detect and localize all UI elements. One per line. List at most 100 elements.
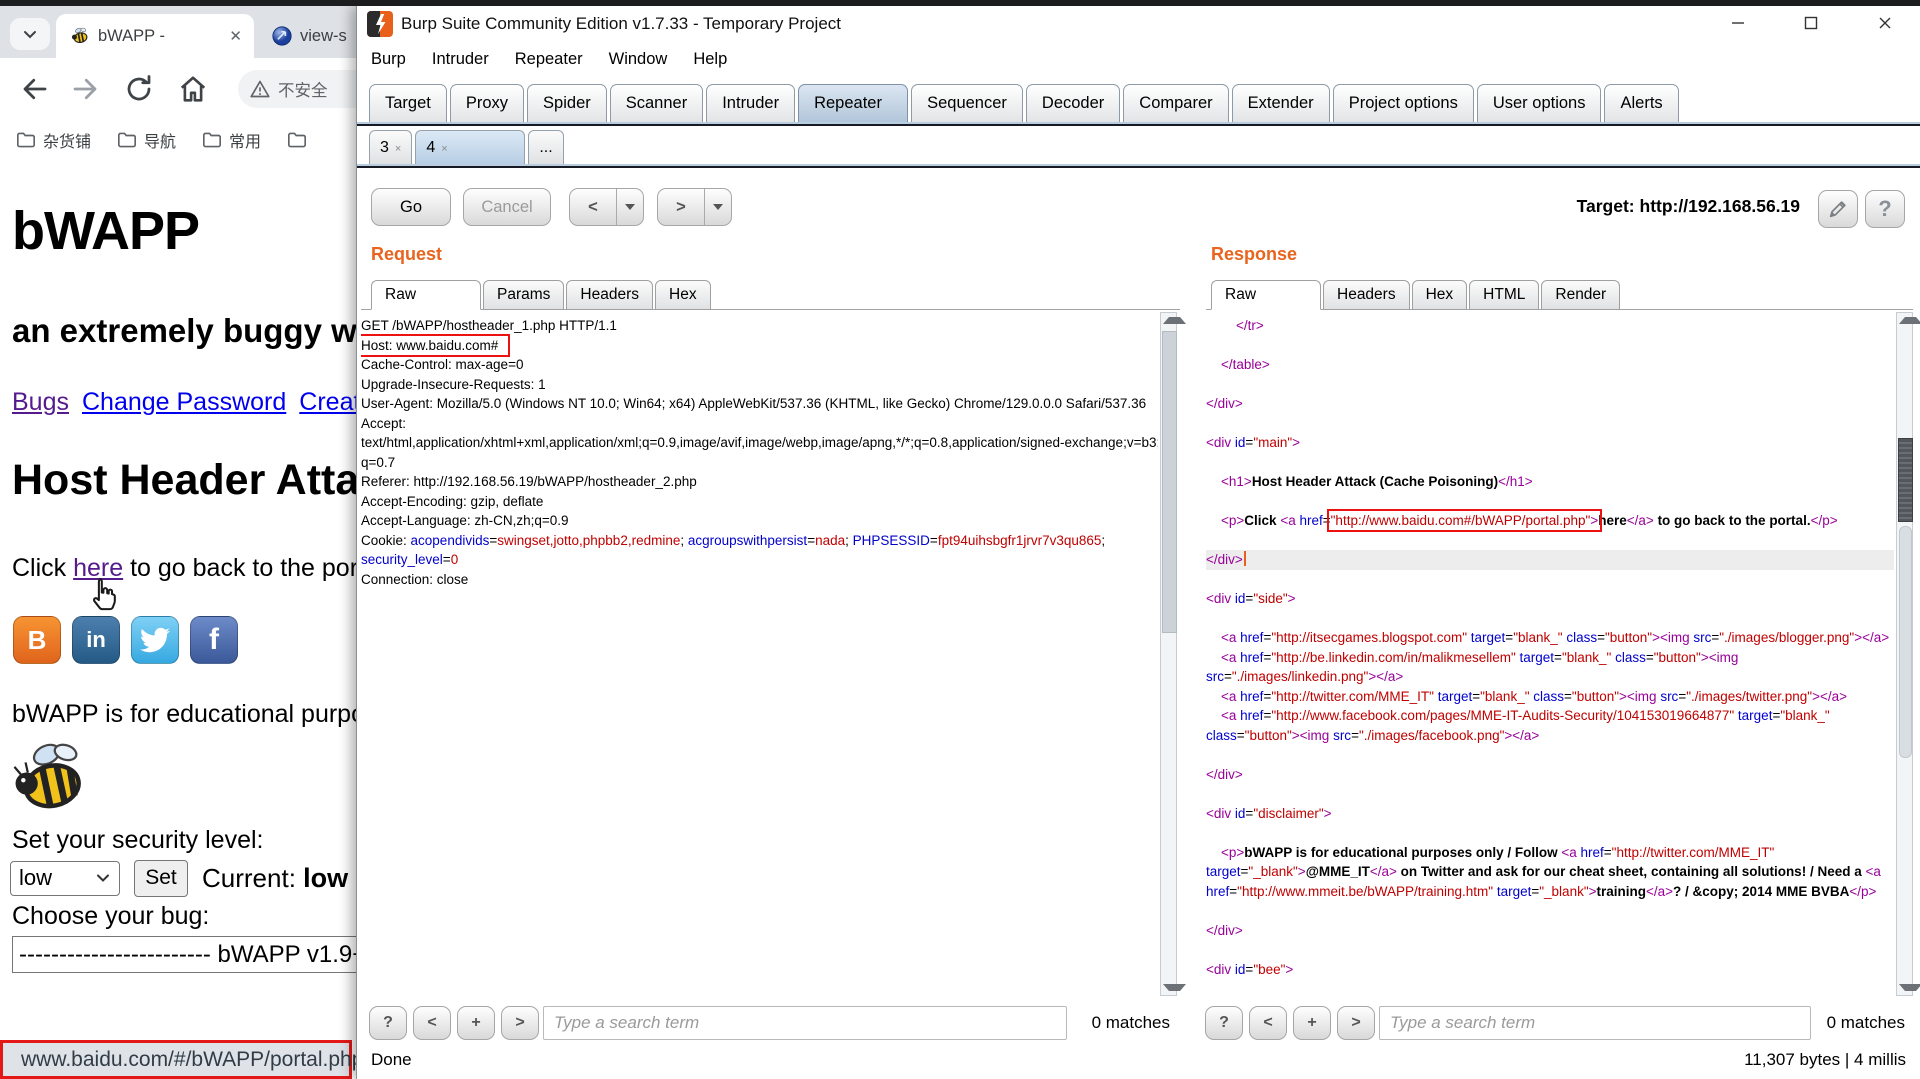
social-icons: B in f <box>13 616 249 664</box>
address-bar[interactable]: 不安全 <box>238 70 361 108</box>
tab-search-button[interactable] <box>10 18 50 50</box>
editor-tab-render[interactable]: Render <box>1541 280 1621 310</box>
browser-window: bWAPP - ✕ view-s 不安全 杂货铺 导航 常用 bWAPP an … <box>0 6 361 1079</box>
edit-target-button[interactable] <box>1818 190 1858 228</box>
home-icon[interactable] <box>178 74 208 104</box>
tab-project-options[interactable]: Project options <box>1332 84 1474 122</box>
scrollbar-thumb[interactable] <box>1898 438 1913 522</box>
tab-scanner[interactable]: Scanner <box>609 84 704 122</box>
menu-repeater[interactable]: Repeater <box>515 50 583 69</box>
tab-close-icon[interactable]: ✕ <box>229 29 242 44</box>
scroll-down-icon[interactable] <box>1899 984 1920 991</box>
back-icon[interactable] <box>20 74 50 104</box>
forward-icon[interactable] <box>70 74 100 104</box>
prev-request-button[interactable]: < <box>569 188 644 226</box>
set-button[interactable]: Set <box>134 859 188 897</box>
search-help-button[interactable]: ? <box>1205 1006 1243 1040</box>
tab-close-icon[interactable]: × <box>441 143 447 155</box>
response-search-input[interactable] <box>1379 1006 1811 1040</box>
scroll-up-icon[interactable] <box>1899 317 1920 324</box>
linkedin-icon[interactable]: in <box>72 616 120 664</box>
twitter-icon[interactable] <box>131 616 179 664</box>
bookmark-item[interactable]: 杂货铺 <box>16 128 91 152</box>
blogger-icon[interactable]: B <box>13 616 61 664</box>
close-button[interactable] <box>1864 8 1906 38</box>
editor-tab-headers[interactable]: Headers <box>566 280 653 310</box>
search-help-button[interactable]: ? <box>369 1006 407 1040</box>
target-help-button[interactable]: ? <box>1865 190 1905 228</box>
security-level-select[interactable]: low <box>10 860 120 896</box>
response-match-count: 0 matches <box>1826 1013 1905 1032</box>
code-line: <div id="disclaimer"> <box>1206 805 1332 821</box>
editor-tab-raw[interactable]: Raw <box>371 280 481 310</box>
code-line: <div id="main"> <box>1206 435 1301 450</box>
response-panel-title: Response <box>1211 244 1298 264</box>
menu-window[interactable]: Window <box>609 50 668 69</box>
editor-tab-raw[interactable]: Raw <box>1211 280 1321 310</box>
facebook-icon[interactable]: f <box>190 616 238 664</box>
editor-tab-headers[interactable]: Headers <box>1323 280 1410 310</box>
tab-decoder[interactable]: Decoder <box>1025 84 1121 122</box>
prev-match-button[interactable]: < <box>1249 1006 1287 1040</box>
menu-help[interactable]: Help <box>693 50 727 69</box>
scroll-down-icon[interactable] <box>1163 984 1186 991</box>
browser-tab-viewsource[interactable]: view-s <box>258 14 361 58</box>
bookmark-folder[interactable] <box>287 131 314 149</box>
tab-target[interactable]: Target <box>369 84 447 122</box>
request-editor[interactable]: GET /bWAPP/hostheader_1.php HTTP/1.1 Host… <box>361 316 1158 996</box>
response-editor[interactable]: </tr> </table> </div> <div id="main"> <h… <box>1206 316 1894 996</box>
tab-spider[interactable]: Spider <box>527 84 607 122</box>
go-button[interactable]: Go <box>371 188 451 226</box>
scroll-up-icon[interactable] <box>1163 317 1186 324</box>
cancel-button[interactable]: Cancel <box>463 188 551 226</box>
next-request-button[interactable]: > <box>657 188 732 226</box>
scrollbar-thumb[interactable] <box>1162 331 1177 633</box>
tab-close-icon[interactable]: × <box>395 143 401 155</box>
tab-comparer[interactable]: Comparer <box>1123 84 1229 122</box>
bookmark-item[interactable]: 常用 <box>202 128 261 152</box>
tab-user-options[interactable]: User options <box>1476 84 1602 122</box>
next-dropdown[interactable] <box>704 189 731 225</box>
bug-select[interactable]: ------------------------ bWAPP v1.9+ ---… <box>12 936 361 973</box>
scrollbar-thumb-secondary[interactable] <box>1899 526 1912 758</box>
nav-link-change-password[interactable]: Change Password <box>82 388 286 416</box>
tab-intruder[interactable]: Intruder <box>706 84 796 122</box>
status-link-text: www.baidu.com/#/bWAPP/portal.php <box>21 1047 361 1071</box>
menu-intruder[interactable]: Intruder <box>432 50 489 69</box>
repeater-tab-label: ... <box>539 138 553 156</box>
tab-extender[interactable]: Extender <box>1231 84 1330 122</box>
search-options-button[interactable]: + <box>457 1006 495 1040</box>
nav-link-bugs[interactable]: Bugs <box>12 388 69 416</box>
security-controls: low Set Current: low <box>10 859 348 897</box>
repeater-tab-4[interactable]: 4 × <box>415 130 526 164</box>
repeater-tab-[interactable]: ... <box>528 130 564 164</box>
maximize-button[interactable] <box>1790 8 1832 38</box>
tab-alerts[interactable]: Alerts <box>1604 84 1679 122</box>
reload-icon[interactable] <box>124 74 154 104</box>
dropdown-triangle-icon <box>625 204 635 210</box>
request-scrollbar[interactable] <box>1160 312 1186 996</box>
editor-tab-hex[interactable]: Hex <box>655 280 711 310</box>
prev-match-button[interactable]: < <box>413 1006 451 1040</box>
tab-proxy[interactable]: Proxy <box>449 84 525 122</box>
tab-repeater[interactable]: Repeater <box>798 84 909 122</box>
next-match-button[interactable]: > <box>1337 1006 1375 1040</box>
request-search-input[interactable] <box>543 1006 1067 1040</box>
folder-icon <box>288 132 307 148</box>
repeater-tab-3[interactable]: 3 × <box>369 130 413 164</box>
next-match-button[interactable]: > <box>501 1006 539 1040</box>
search-options-button[interactable]: + <box>1293 1006 1331 1040</box>
response-scrollbar[interactable] <box>1896 312 1920 996</box>
editor-tab-hex[interactable]: Hex <box>1411 280 1468 310</box>
tab-sequencer[interactable]: Sequencer <box>911 84 1023 122</box>
menu-burp[interactable]: Burp <box>371 50 406 69</box>
editor-tab-html[interactable]: HTML <box>1469 280 1540 310</box>
minimize-button[interactable] <box>1717 8 1759 38</box>
browser-tab-bwapp[interactable]: bWAPP - ✕ <box>56 14 254 58</box>
editor-tab-params[interactable]: Params <box>483 280 565 310</box>
nav-link-create[interactable]: Create <box>299 388 361 416</box>
prev-dropdown[interactable] <box>616 189 643 225</box>
bookmark-item[interactable]: 导航 <box>117 128 176 152</box>
